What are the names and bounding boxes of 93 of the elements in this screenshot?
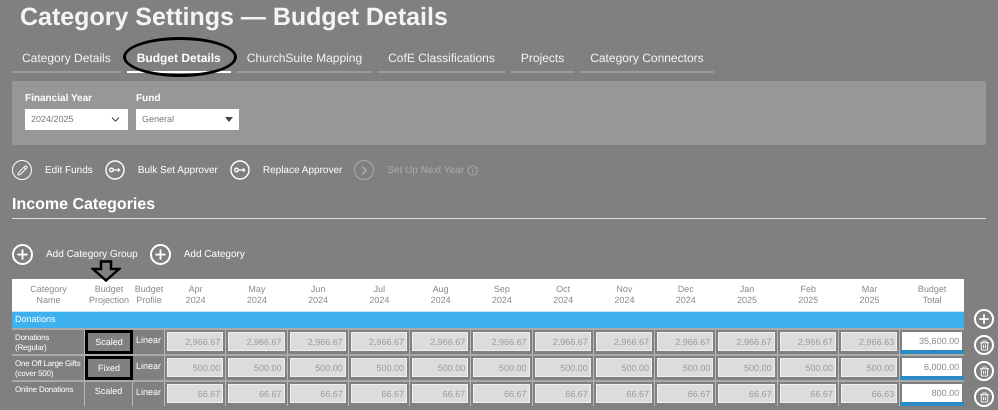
tab[interactable]: ChurchSuite Mapping xyxy=(236,45,372,73)
amount-field[interactable]: 66.67 xyxy=(167,384,224,403)
column-header: Category Name xyxy=(30,284,67,306)
column-header: Apr 2024 xyxy=(186,284,206,306)
trash-icon[interactable] xyxy=(974,387,994,407)
category-name: Online Donations xyxy=(12,382,85,406)
add-button[interactable]: Add Category xyxy=(150,244,245,264)
select-field[interactable]: General xyxy=(136,109,239,130)
profile-cell: Linear xyxy=(133,382,165,406)
amount-field[interactable]: 2,966.67 xyxy=(596,332,652,351)
amount-field[interactable]: 2,966.67 xyxy=(350,332,408,351)
amount-field[interactable]: 66.63 xyxy=(840,384,898,403)
field-label: Financial Year xyxy=(25,92,94,106)
projection-cell: Scaled xyxy=(85,330,133,354)
amount-field[interactable]: 66.67 xyxy=(228,384,285,403)
tab[interactable]: Category Details xyxy=(12,45,121,73)
profile-cell: Linear xyxy=(133,330,165,354)
amount-field[interactable]: 66.67 xyxy=(350,384,408,403)
column-header: Jun 2024 xyxy=(308,284,328,306)
total-field[interactable]: 35,600.00 xyxy=(902,332,962,350)
amount-field[interactable]: 66.67 xyxy=(412,384,468,403)
trash-icon[interactable] xyxy=(974,361,994,381)
tab[interactable]: Category Connectors xyxy=(580,45,714,73)
key-icon xyxy=(230,160,250,180)
amount-field[interactable]: 66.67 xyxy=(596,384,652,403)
add-button[interactable]: Add Category Group xyxy=(12,244,138,264)
amount-field[interactable]: 500.00 xyxy=(350,358,408,377)
action-button[interactable]: Bulk Set Approver xyxy=(104,160,218,180)
field-label: Fund xyxy=(136,92,162,106)
column-header: Jan 2025 xyxy=(736,284,757,306)
amount-field[interactable]: 2,966.67 xyxy=(780,332,836,351)
amount-field[interactable]: 2,966.67 xyxy=(534,332,591,351)
pencil-icon xyxy=(12,160,32,180)
chevron-right-icon xyxy=(354,160,374,180)
projection-cell: Scaled xyxy=(85,382,133,406)
tab[interactable]: CofE Classifications xyxy=(378,45,505,73)
add-row-icon[interactable] xyxy=(974,309,994,329)
amount-field[interactable]: 66.67 xyxy=(534,384,591,403)
tab[interactable]: Budget Details xyxy=(126,45,231,73)
column-header: Aug 2024 xyxy=(430,284,451,306)
column-header: Budget Total xyxy=(918,284,946,306)
amount-field[interactable]: 500.00 xyxy=(534,358,591,377)
select-field[interactable]: 2024/2025 xyxy=(25,109,128,130)
amount-field[interactable]: 500.00 xyxy=(167,358,224,377)
column-header: Jul 2024 xyxy=(369,284,390,306)
caret-down-icon xyxy=(225,117,233,122)
category-name: Donations (Regular) xyxy=(12,330,85,354)
amount-field[interactable]: 500.00 xyxy=(596,358,652,377)
amount-field[interactable]: 66.67 xyxy=(718,384,775,403)
column-header: Nov 2024 xyxy=(614,284,634,306)
amount-field[interactable]: 2,966.67 xyxy=(657,332,714,351)
amount-field[interactable]: 2,966.67 xyxy=(718,332,775,351)
amount-field[interactable]: 500.00 xyxy=(473,358,530,377)
amount-field[interactable]: 2,966.63 xyxy=(840,332,898,351)
trash-icon[interactable] xyxy=(974,335,994,355)
column-header: May 2024 xyxy=(246,284,267,306)
column-header: Oct 2024 xyxy=(553,284,574,306)
column-header: Feb 2025 xyxy=(798,284,818,306)
profile-cell: Linear xyxy=(133,356,165,380)
key-icon xyxy=(104,160,125,180)
amount-field[interactable]: 500.00 xyxy=(228,358,285,377)
amount-field[interactable]: 500.00 xyxy=(290,358,346,377)
amount-field[interactable]: 66.67 xyxy=(780,384,836,403)
amount-field[interactable]: 2,966.67 xyxy=(167,332,224,351)
amount-field[interactable]: 500.00 xyxy=(840,358,898,377)
amount-field[interactable]: 2,966.67 xyxy=(228,332,285,351)
column-header: Mar 2025 xyxy=(859,284,880,306)
amount-field[interactable]: 500.00 xyxy=(780,358,836,377)
amount-field[interactable]: 500.00 xyxy=(657,358,714,377)
amount-field[interactable]: 66.67 xyxy=(657,384,714,403)
amount-field[interactable]: 2,966.67 xyxy=(290,332,346,351)
action-button[interactable]: Edit Funds xyxy=(12,160,93,180)
page-title: Category Settings — Budget Details xyxy=(19,2,449,30)
tab[interactable]: Projects xyxy=(510,45,574,73)
amount-field[interactable]: 66.67 xyxy=(290,384,346,403)
amount-field[interactable]: 500.00 xyxy=(412,358,468,377)
column-header: Budget Profile xyxy=(134,284,164,306)
total-field[interactable]: 800.00 xyxy=(902,384,962,402)
section-title: Income Categories xyxy=(12,195,156,215)
plus-icon xyxy=(150,244,171,264)
amount-field[interactable]: 500.00 xyxy=(718,358,775,377)
group-name: Donations xyxy=(15,313,56,326)
action-button[interactable]: Replace Approver xyxy=(230,160,342,180)
column-header: Dec 2024 xyxy=(676,284,696,306)
column-header: Sep 2024 xyxy=(492,284,512,306)
category-name: One Off Large Gifts (cover 500) xyxy=(12,356,85,380)
column-header: Budget Projection xyxy=(88,284,129,306)
projection-cell: Fixed xyxy=(85,356,133,380)
amount-field[interactable]: 2,966.67 xyxy=(412,332,468,351)
amount-field[interactable]: 66.67 xyxy=(473,384,530,403)
plus-icon xyxy=(12,244,33,264)
amount-field[interactable]: 2,966.67 xyxy=(473,332,530,351)
total-field[interactable]: 6,000.00 xyxy=(902,358,962,376)
